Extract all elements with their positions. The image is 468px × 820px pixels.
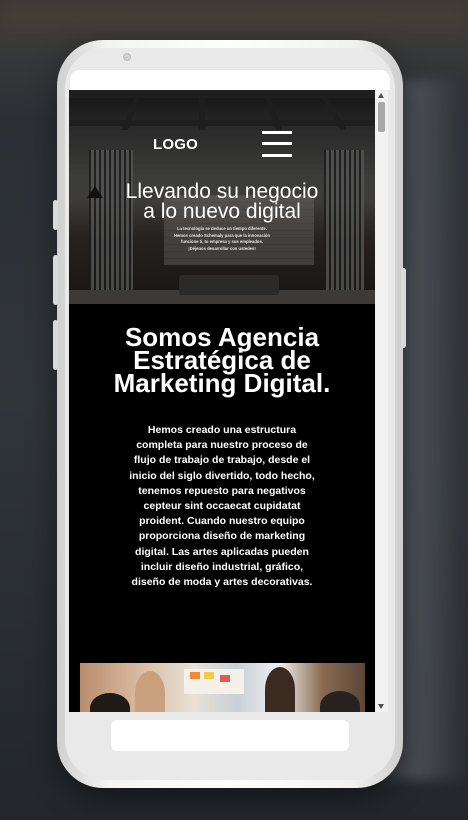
phone-side-button-volume-down <box>53 320 58 370</box>
phone-top-bar <box>70 70 390 90</box>
person <box>265 667 295 712</box>
ceiling-beam <box>69 120 375 126</box>
person <box>135 671 165 712</box>
scroll-down-arrow-icon[interactable] <box>378 704 384 709</box>
hero-title-line: a lo nuevo digital <box>143 200 301 223</box>
camera-icon <box>123 53 131 61</box>
sticky-note <box>190 672 200 679</box>
hamburger-bar <box>262 131 292 134</box>
wall-slats <box>324 150 364 300</box>
hero-title: Llevando su negocio a lo nuevo digital <box>69 181 375 223</box>
scrollbar[interactable] <box>375 90 388 712</box>
scrollbar-thumb[interactable] <box>378 102 385 132</box>
ceiling-beam <box>199 90 205 130</box>
hero-description: La tecnología se deduce un tiempo difere… <box>173 226 271 251</box>
person <box>320 691 360 712</box>
about-title: Somos Agencia Estratégica de Marketing D… <box>69 324 375 398</box>
wall-slats <box>89 150 133 300</box>
phone-side-button-power <box>401 268 406 348</box>
hamburger-bar <box>262 154 292 157</box>
sofa <box>179 275 279 295</box>
person <box>90 693 130 712</box>
sticky-note <box>220 675 230 682</box>
phone-home-bar <box>111 720 349 751</box>
phone-screen: LOGO Llevando su negocio a lo nuevo digi… <box>69 90 375 712</box>
team-photo <box>80 663 365 712</box>
sticky-note <box>204 672 214 679</box>
phone-side-button-volume-up <box>53 255 58 305</box>
backdrop-blur-top <box>0 0 468 30</box>
about-body: Hemos creado una estructura completa par… <box>129 424 315 589</box>
phone-side-button-top <box>53 200 58 230</box>
hamburger-bar <box>262 142 292 145</box>
scroll-up-arrow-icon[interactable] <box>378 93 384 98</box>
about-title-line: Marketing Digital. <box>113 368 331 398</box>
hero-section: LOGO Llevando su negocio a lo nuevo digi… <box>69 90 375 304</box>
ceiling-beam <box>69 90 375 98</box>
hamburger-menu-icon[interactable] <box>262 130 292 158</box>
site-logo[interactable]: LOGO <box>153 136 198 153</box>
